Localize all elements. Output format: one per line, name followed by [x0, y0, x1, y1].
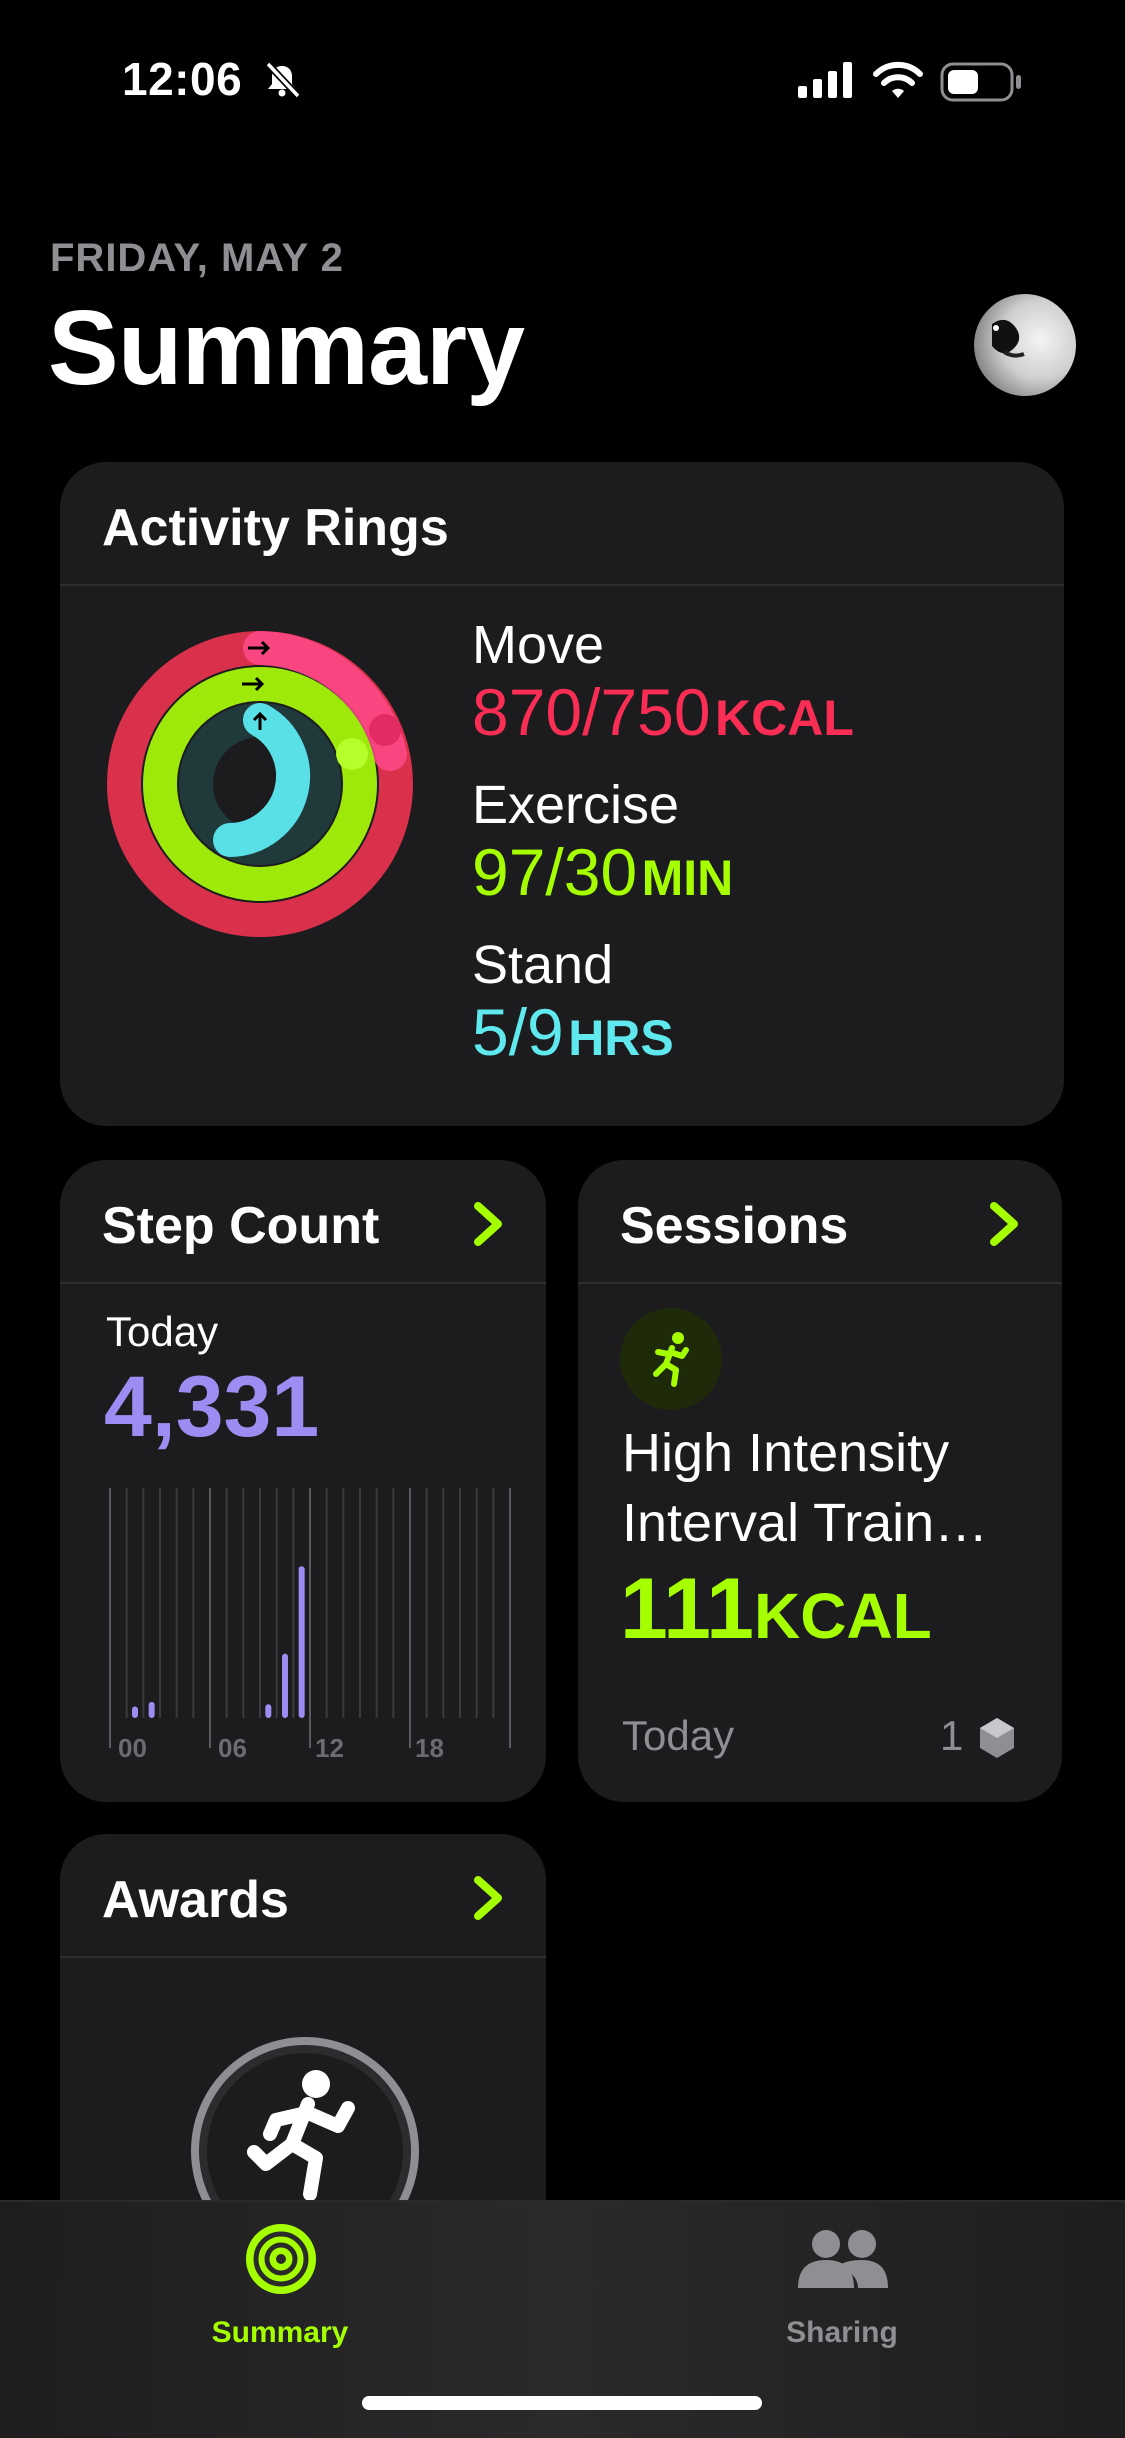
running-figure-icon — [653, 1332, 689, 1387]
exercise-label: Exercise — [472, 775, 680, 835]
awards-card[interactable]: Awards — [60, 1834, 546, 2254]
move-metric: Move 870/750 KCAL — [472, 614, 1032, 750]
status-time: 12:06 — [122, 53, 243, 105]
activity-rings-tab-icon — [246, 2224, 316, 2294]
home-indicator — [362, 2396, 762, 2410]
stand-label: Stand — [472, 935, 614, 995]
workout-badge — [620, 1308, 722, 1410]
profile-avatar[interactable] — [974, 294, 1076, 396]
people-icon — [798, 2230, 888, 2288]
tab-summary[interactable]: Summary — [160, 2222, 400, 2372]
awards-title: Awards — [102, 1871, 289, 1929]
battery-icon — [940, 62, 1021, 102]
tab-sharing-label: Sharing — [786, 2316, 898, 2349]
stand-metric: Stand 5/9 HRS — [472, 934, 1032, 1070]
steps-hourly-chart — [109, 1488, 511, 1748]
activity-rings-title: Activity Rings — [102, 499, 449, 557]
step-bar — [132, 1706, 138, 1718]
date-label: FRIDAY, MAY 2 — [50, 236, 344, 280]
step-count-card[interactable]: Step Count Today 4,331 00 06 12 18 — [60, 1160, 546, 1802]
sessions-title: Sessions — [620, 1197, 849, 1255]
move-value: 870/750 — [472, 675, 711, 749]
session-period: Today — [622, 1712, 735, 1759]
chevron-right-icon — [474, 1202, 502, 1246]
session-calorie-value: 111 — [620, 1561, 754, 1657]
tick-label: 00 — [118, 1733, 147, 1763]
chevron-right-icon — [474, 1876, 502, 1920]
stand-value: 5/9 — [472, 995, 564, 1069]
session-count: 1 — [940, 1712, 964, 1759]
move-unit: KCAL — [715, 690, 854, 746]
apple-watch-hexagon-icon — [980, 1718, 1014, 1758]
sessions-card[interactable]: Sessions High Intensity Interval Train… … — [578, 1160, 1062, 1802]
page-title: Summary — [48, 289, 525, 407]
avatar-art-icon — [992, 319, 1025, 358]
bell-slash-icon — [265, 61, 301, 99]
step-count-title: Step Count — [102, 1197, 380, 1255]
exercise-value: 97/30 — [472, 835, 638, 909]
tab-summary-label: Summary — [211, 2316, 349, 2349]
steps-period: Today — [106, 1308, 219, 1355]
tick-label: 12 — [315, 1733, 344, 1763]
move-label: Move — [472, 615, 605, 675]
session-calories: 111KCAL — [620, 1560, 932, 1659]
exercise-metric: Exercise 97/30 MIN — [472, 774, 1032, 910]
activity-rings-graphic — [107, 631, 413, 937]
tick-label: 06 — [218, 1733, 247, 1763]
wifi-icon — [873, 61, 923, 98]
session-calorie-unit: KCAL — [754, 1580, 932, 1652]
cellular-signal-icon — [798, 62, 852, 98]
session-name: High Intensity Interval Train… — [622, 1423, 989, 1553]
tick-label: 18 — [415, 1733, 444, 1763]
step-bar — [282, 1653, 288, 1718]
step-bar — [148, 1701, 155, 1718]
tab-sharing[interactable]: Sharing — [722, 2222, 962, 2372]
exercise-unit: MIN — [641, 850, 734, 906]
step-bar — [298, 1566, 305, 1718]
chevron-right-icon — [990, 1202, 1018, 1246]
step-bar — [265, 1704, 272, 1718]
stand-unit: HRS — [568, 1010, 674, 1066]
activity-rings-card[interactable]: Activity Rings Move 870/750 KCAL Exercis… — [60, 462, 1064, 1126]
steps-value: 4,331 — [104, 1359, 320, 1455]
